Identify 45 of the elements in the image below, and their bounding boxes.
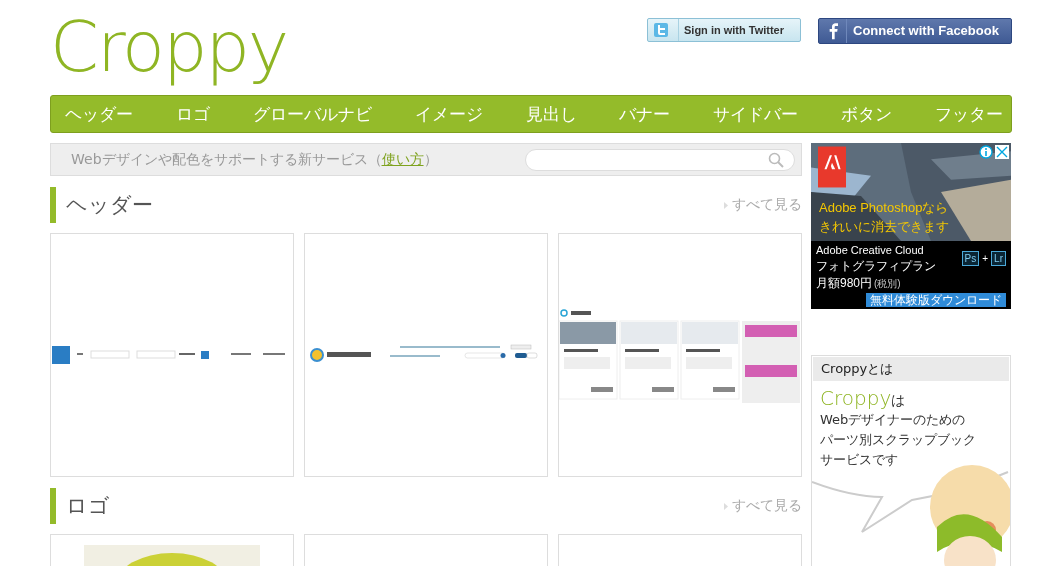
ad-headline: きれいに消去できます [819, 218, 949, 236]
triangle-icon [724, 502, 728, 510]
thumbnail-card[interactable] [50, 233, 294, 477]
nav-link[interactable]: ボタン [841, 102, 893, 126]
nav-link[interactable]: イメージ [414, 102, 483, 126]
ad-plan-name: フォトグラフィプラン [816, 259, 936, 274]
nav-link[interactable]: ヘッダー [65, 102, 133, 126]
site-logo[interactable]: Croppy [50, 12, 288, 95]
facebook-connect-button[interactable]: Connect with Facebook [818, 18, 1012, 44]
section-heading: ロゴ [50, 488, 110, 524]
facebook-f-icon [828, 22, 838, 40]
thumbnail-card[interactable] [304, 233, 548, 477]
brand-wordmark: Croppy [820, 386, 892, 410]
twitter-signin-button[interactable]: Sign in with Twitter [647, 18, 801, 42]
about-title: Croppyとは [813, 357, 1009, 381]
about-particle: は [891, 392, 906, 408]
product-badge: Ps [961, 251, 980, 266]
nav-link[interactable]: 見出し [525, 102, 577, 126]
plus-sign: + [982, 253, 989, 264]
nav-link[interactable]: フッター [935, 102, 1003, 126]
ad-price: 月額980円 [816, 276, 873, 290]
intro-text: Webデザインや配色をサポートする新サービス（使い方） [71, 150, 438, 169]
triangle-icon [724, 201, 728, 209]
about-text: サービスです [820, 451, 898, 469]
info-icon[interactable] [979, 145, 993, 159]
product-badge: Lr [991, 251, 1006, 266]
adobe-logo-icon [818, 145, 846, 189]
search-icon [768, 151, 784, 168]
search-field[interactable] [525, 148, 795, 171]
see-all-link[interactable]: すべて見る [724, 196, 802, 214]
ad-headline: Adobe Photoshopなら [819, 199, 949, 217]
tax-note: (税別) [874, 278, 901, 289]
download-button[interactable]: 無料体験版ダウンロード [866, 293, 1006, 307]
nav-link[interactable]: ロゴ [175, 102, 210, 126]
nav-link[interactable]: サイドバー [713, 102, 799, 126]
nav-link[interactable]: グローバルナビ [252, 102, 372, 126]
ad-banner[interactable]: Adobe Photoshopなら きれいに消去できます Adobe Creative Cloud Ps + Lr フォトグラフィプラン 月額980円 (税別) 無料体験版ダウンロード [811, 143, 1011, 309]
ad-product-name: Adobe Creative Cloud [816, 243, 924, 257]
how-to-link[interactable]: 使い方 [381, 150, 424, 167]
about-text: パーツ別スクラップブック [820, 431, 976, 449]
section-heading: ヘッダー [50, 187, 153, 223]
see-all-link[interactable]: すべて見る [724, 497, 802, 515]
nav-link[interactable]: バナー [619, 102, 671, 126]
about-text: Webデザイナーのための [820, 411, 966, 429]
thumbnail-card[interactable] [558, 233, 802, 477]
